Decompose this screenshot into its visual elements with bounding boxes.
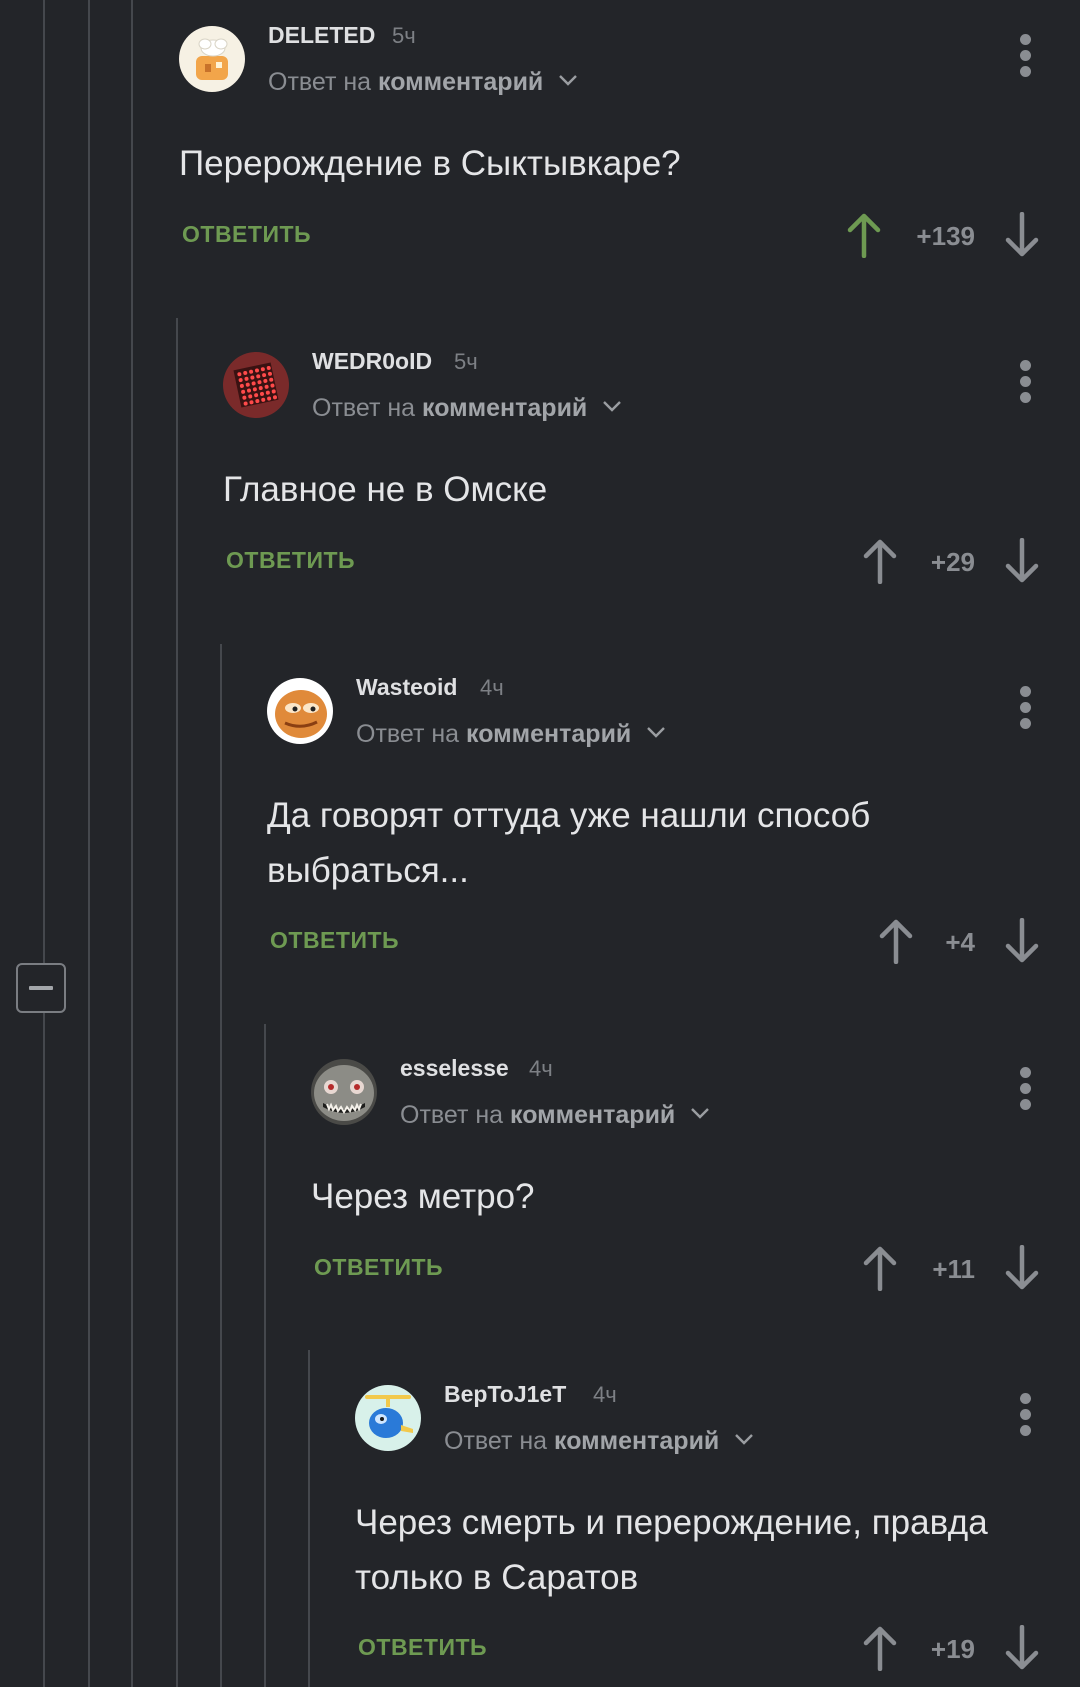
vote-score: +19 xyxy=(930,1634,975,1664)
upvote-arrow-icon[interactable] xyxy=(862,538,898,584)
reply-to-target: комментарий xyxy=(466,720,632,748)
comment-text: Главное не в Омске xyxy=(223,470,548,509)
blue-helicopter-avatar-icon xyxy=(355,1385,421,1451)
avatar[interactable] xyxy=(311,1059,377,1125)
timestamp: 4ч xyxy=(593,1382,617,1407)
reply-to-prefix: Ответ на xyxy=(312,394,416,422)
username[interactable]: esselesse xyxy=(400,1055,509,1082)
vote-score: +139 xyxy=(916,221,975,251)
chef-house-avatar-icon xyxy=(179,26,245,92)
chevron-down-icon xyxy=(603,401,622,413)
more-options-button[interactable] xyxy=(1015,1393,1035,1441)
downvote-arrow-icon[interactable] xyxy=(1004,212,1040,258)
timestamp: 5ч xyxy=(454,349,478,374)
username[interactable]: DELETED xyxy=(268,22,375,49)
red-led-matrix-avatar-icon xyxy=(223,352,289,418)
timestamp: 4ч xyxy=(529,1056,553,1081)
comment-text: Да говорят оттуда уже нашли способ выбра… xyxy=(267,796,871,890)
chevron-down-icon xyxy=(691,1108,710,1120)
avatar[interactable] xyxy=(223,352,289,418)
reply-button[interactable]: ОТВЕТИТЬ xyxy=(358,1634,487,1661)
reply-to-link[interactable]: Ответ на комментарий xyxy=(400,1101,710,1130)
downvote-arrow-icon[interactable] xyxy=(1004,918,1040,964)
reply-to-target: комментарий xyxy=(378,68,544,96)
comment-text: Через метро? xyxy=(311,1177,535,1216)
comment-text: Перерождение в Сыктывкаре? xyxy=(179,144,681,183)
more-options-button[interactable] xyxy=(1015,686,1035,734)
reply-to-target: комментарий xyxy=(422,394,588,422)
upvote-arrow-icon[interactable] xyxy=(846,212,882,258)
vote-score: +4 xyxy=(945,927,975,957)
vote-score: +11 xyxy=(932,1254,975,1284)
grinning-monster-avatar-icon xyxy=(311,1059,377,1125)
comment: BepToJ1eT 4ч Ответ на комментарий Через … xyxy=(0,1359,1080,1687)
chevron-down-icon xyxy=(647,727,666,739)
vote-score: +29 xyxy=(930,547,975,577)
avatar[interactable] xyxy=(267,678,333,744)
downvote-arrow-icon[interactable] xyxy=(1004,1245,1040,1291)
username[interactable]: WEDR0oID xyxy=(312,348,432,375)
username[interactable]: Wasteoid xyxy=(356,674,457,701)
upvote-arrow-icon[interactable] xyxy=(862,1245,898,1291)
reply-to-prefix: Ответ на xyxy=(400,1101,504,1129)
comment: Wasteoid 4ч Ответ на комментарий Да гово… xyxy=(0,652,1080,1022)
timestamp: 4ч xyxy=(480,675,504,700)
comment: WEDR0oID 5ч Ответ на комментарий Главное… xyxy=(0,326,1080,626)
reply-to-link[interactable]: Ответ на комментарий xyxy=(356,720,666,749)
reply-button[interactable]: ОТВЕТИТЬ xyxy=(226,547,355,574)
reply-to-prefix: Ответ на xyxy=(356,720,460,748)
upvote-arrow-icon[interactable] xyxy=(878,918,914,964)
reply-button[interactable]: ОТВЕТИТЬ xyxy=(314,1254,443,1281)
reply-to-target: комментарий xyxy=(554,1427,720,1455)
avatar[interactable] xyxy=(179,26,245,92)
more-options-button[interactable] xyxy=(1015,1067,1035,1115)
reply-to-link[interactable]: Ответ на комментарий xyxy=(268,68,578,97)
avatar[interactable] xyxy=(355,1385,421,1451)
chevron-down-icon xyxy=(735,1434,754,1446)
upvote-arrow-icon[interactable] xyxy=(862,1625,898,1671)
reply-to-target: комментарий xyxy=(510,1101,676,1129)
comment: DELETED 5ч Ответ на комментарий Перерожд… xyxy=(0,0,1080,300)
timestamp: 5ч xyxy=(392,23,416,48)
reply-button[interactable]: ОТВЕТИТЬ xyxy=(182,221,311,248)
comment: esselesse 4ч Ответ на комментарий Через … xyxy=(0,1033,1080,1333)
reply-to-prefix: Ответ на xyxy=(268,68,372,96)
downvote-arrow-icon[interactable] xyxy=(1004,538,1040,584)
pepe-face-avatar-icon xyxy=(267,678,333,744)
username[interactable]: BepToJ1eT xyxy=(444,1381,566,1408)
downvote-arrow-icon[interactable] xyxy=(1004,1625,1040,1671)
more-options-button[interactable] xyxy=(1015,360,1035,408)
reply-to-link[interactable]: Ответ на комментарий xyxy=(444,1427,754,1456)
reply-to-prefix: Ответ на xyxy=(444,1427,548,1455)
reply-to-link[interactable]: Ответ на комментарий xyxy=(312,394,622,423)
comment-text: Через смерть и перерождение, правда толь… xyxy=(355,1503,988,1597)
chevron-down-icon xyxy=(559,75,578,87)
more-options-button[interactable] xyxy=(1015,34,1035,82)
reply-button[interactable]: ОТВЕТИТЬ xyxy=(270,927,399,954)
